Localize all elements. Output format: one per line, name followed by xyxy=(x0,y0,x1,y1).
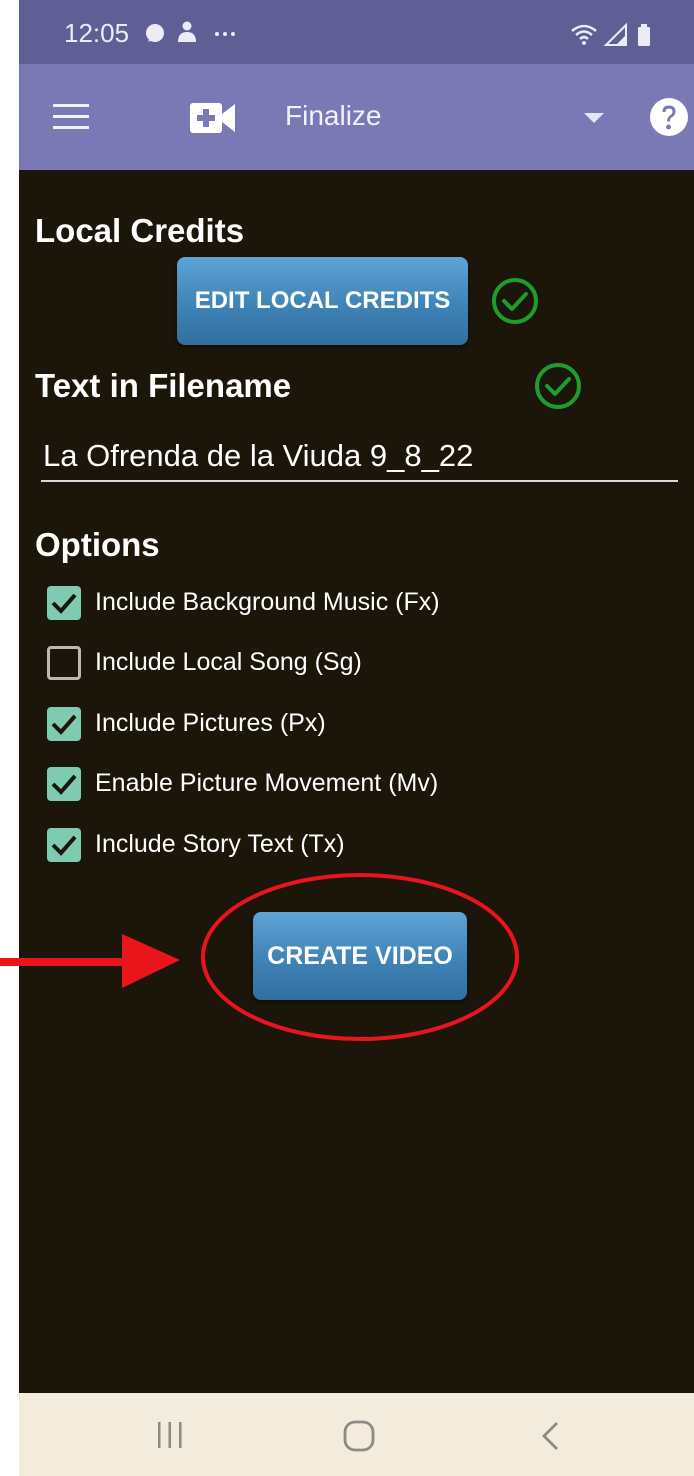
status-time: 12:05 xyxy=(64,18,130,48)
more-notifications-icon xyxy=(215,32,235,36)
home-icon[interactable] xyxy=(343,1420,375,1452)
checkbox-checked[interactable] xyxy=(47,767,81,801)
checkbox-checked[interactable] xyxy=(47,707,81,741)
dropdown-icon[interactable] xyxy=(582,111,606,125)
filename-input-value: La Ofrenda de la Viuda 9_8_22 xyxy=(43,438,474,473)
edit-local-credits-button[interactable]: EDIT LOCAL CREDITS xyxy=(177,257,468,345)
help-icon[interactable] xyxy=(649,97,689,137)
status-notification-icons xyxy=(146,21,235,42)
checkbox-checked[interactable] xyxy=(47,586,81,620)
cell-signal-icon xyxy=(603,22,627,46)
checkbox-checked[interactable] xyxy=(47,828,81,862)
wifi-icon xyxy=(571,24,597,45)
options-heading: Options xyxy=(35,526,160,563)
option-label: Enable Picture Movement (Mv) xyxy=(95,769,439,797)
option-picture-movement[interactable]: Enable Picture Movement (Mv) xyxy=(47,763,647,807)
system-nav-bar xyxy=(19,1393,694,1476)
check-circle-icon xyxy=(535,363,581,409)
status-bar: 12:05 xyxy=(19,0,694,64)
checkmark-icon xyxy=(51,714,77,735)
checkmark-icon xyxy=(51,835,77,856)
create-video-button[interactable]: CREATE VIDEO xyxy=(253,912,467,1000)
status-system-icons xyxy=(571,22,650,46)
filename-input[interactable]: La Ofrenda de la Viuda 9_8_22 xyxy=(41,432,678,482)
option-pictures[interactable]: Include Pictures (Px) xyxy=(47,703,647,747)
option-label: Include Local Song (Sg) xyxy=(95,648,362,676)
option-local-song[interactable]: Include Local Song (Sg) xyxy=(47,642,647,686)
checkbox-unchecked[interactable] xyxy=(47,646,81,680)
check-circle-icon xyxy=(492,278,538,324)
option-background-music[interactable]: Include Background Music (Fx) xyxy=(47,582,647,626)
back-icon[interactable] xyxy=(539,1420,561,1452)
signal-messenger-icon xyxy=(146,24,164,42)
video-add-icon xyxy=(190,103,235,133)
stage-title[interactable]: Finalize xyxy=(285,100,381,132)
checkmark-icon xyxy=(51,593,77,614)
menu-icon[interactable] xyxy=(51,102,91,132)
option-story-text[interactable]: Include Story Text (Tx) xyxy=(47,824,647,868)
option-label: Include Story Text (Tx) xyxy=(95,830,345,858)
accessibility-person-icon xyxy=(178,21,196,42)
finalize-content: Local Credits EDIT LOCAL CREDITS Text in… xyxy=(19,170,694,1393)
local-credits-heading: Local Credits xyxy=(35,212,245,249)
phone-screen: 12:05 Finalize Local Credits EDIT LOCAL … xyxy=(19,0,694,1476)
battery-icon xyxy=(638,24,650,46)
text-in-filename-heading: Text in Filename xyxy=(35,367,292,404)
checkmark-icon xyxy=(51,774,77,795)
recents-icon[interactable] xyxy=(155,1420,185,1450)
app-bar: Finalize xyxy=(19,64,694,170)
option-label: Include Pictures (Px) xyxy=(95,709,326,737)
option-label: Include Background Music (Fx) xyxy=(95,588,440,616)
